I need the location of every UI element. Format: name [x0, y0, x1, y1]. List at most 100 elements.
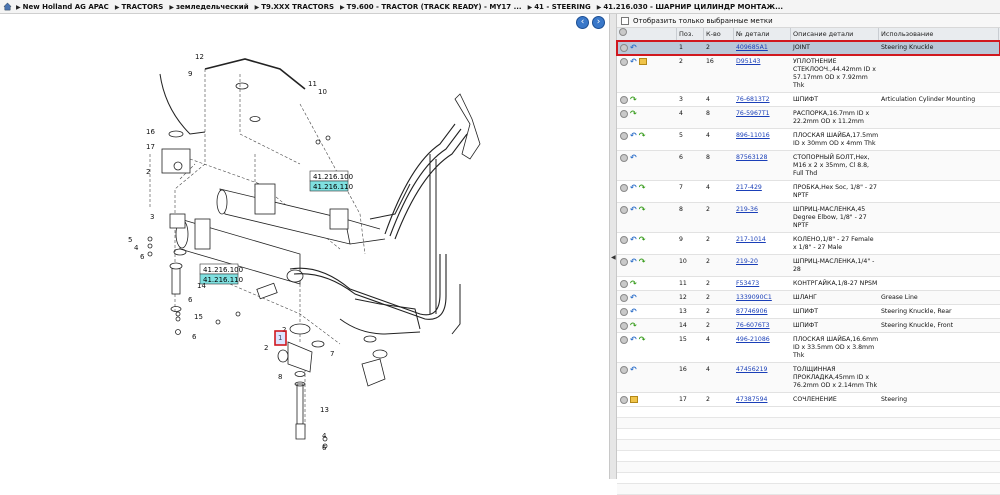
- replacement-arrow-icon[interactable]: ↶: [630, 132, 637, 140]
- table-row[interactable]: ↷ 11 2 F53473 КОНТРГАЙКА,1/8-27 NPSM: [617, 277, 1000, 291]
- part-number-link[interactable]: 219-20: [736, 258, 758, 265]
- forward-arrow-icon[interactable]: ↷: [639, 258, 646, 266]
- forward-arrow-icon[interactable]: ↷: [639, 336, 646, 344]
- replacement-arrow-icon[interactable]: ↶: [630, 58, 637, 66]
- row-part-number-cell[interactable]: 76-6813T2: [734, 93, 791, 106]
- table-row[interactable]: ↶ ↷ 7 4 217-429 ПРОБКА,Hex Soc, 1/8" - 27 NPT…: [617, 181, 1000, 203]
- part-number-link[interactable]: F53473: [736, 280, 759, 287]
- kit-box-icon[interactable]: [638, 58, 647, 65]
- add-to-cart-icon[interactable]: [620, 58, 628, 66]
- row-part-number-cell[interactable]: 47456219: [734, 363, 791, 376]
- replacement-arrow-icon[interactable]: ↶: [630, 206, 637, 214]
- part-number-link[interactable]: D95143: [736, 58, 760, 65]
- row-part-number-cell[interactable]: 219-20: [734, 255, 791, 268]
- row-part-number-cell[interactable]: 76-5967T1: [734, 107, 791, 120]
- add-to-cart-icon[interactable]: [620, 96, 628, 104]
- row-part-number-cell[interactable]: 496-21086: [734, 333, 791, 346]
- replacement-arrow-icon[interactable]: ↶: [630, 154, 637, 162]
- part-number-link[interactable]: 219-36: [736, 206, 758, 213]
- add-to-cart-icon[interactable]: [620, 336, 628, 344]
- row-part-number-cell[interactable]: 219-36: [734, 203, 791, 216]
- part-number-link[interactable]: 47456219: [736, 366, 768, 373]
- home-icon[interactable]: [3, 2, 12, 11]
- add-to-cart-icon[interactable]: [620, 308, 628, 316]
- breadcrumb-item[interactable]: ▶ 41 - STEERING: [528, 3, 591, 11]
- replacement-arrow-icon[interactable]: ↶: [630, 336, 637, 344]
- selected-only-checkbox[interactable]: [621, 16, 629, 25]
- table-row[interactable]: ↶ ↷ 5 4 896-11016 ПЛОСКАЯ ШАЙБА,17.5mm ID x 3…: [617, 129, 1000, 151]
- row-part-number-cell[interactable]: 76-6076T3: [734, 319, 791, 332]
- table-row[interactable]: ↶ ↷ 15 4 496-21086 ПЛОСКАЯ ШАЙБА,16.6mm ID x …: [617, 333, 1000, 363]
- part-number-link[interactable]: 896-11016: [736, 132, 770, 139]
- table-row[interactable]: ↷ 4 8 76-5967T1 РАСПОРКА,16.7mm ID x 22.2mm …: [617, 107, 1000, 129]
- part-number-link[interactable]: 87563128: [736, 154, 768, 161]
- add-to-cart-icon[interactable]: [620, 236, 628, 244]
- row-part-number-cell[interactable]: 896-11016: [734, 129, 791, 142]
- part-number-link[interactable]: 409685A1: [736, 44, 768, 51]
- table-row[interactable]: ↶ ↷ 10 2 219-20 ШПРИЦ-МАСЛЕНКА,1/4" - 28: [617, 255, 1000, 277]
- table-row[interactable]: 17 2 47387594 СОЧЛЕНЕНИЕ Steering: [617, 393, 1000, 407]
- header-qty[interactable]: К-во: [704, 27, 734, 41]
- table-row[interactable]: ↶ ↷ 8 2 219-36 ШПРИЦ-МАСЛЕНКА,45 Degree Elbow…: [617, 203, 1000, 233]
- part-number-link[interactable]: 76-6813T2: [736, 96, 770, 103]
- replacement-arrow-icon[interactable]: ↶: [630, 44, 637, 52]
- part-number-link[interactable]: 1339090C1: [736, 294, 772, 301]
- forward-arrow-icon[interactable]: ↷: [630, 322, 637, 330]
- cart-icon[interactable]: [619, 27, 627, 36]
- header-pos[interactable]: Поз.: [677, 27, 704, 41]
- row-part-number-cell[interactable]: 409685A1: [734, 41, 791, 54]
- replacement-arrow-icon[interactable]: ↶: [630, 294, 637, 302]
- part-number-link[interactable]: 76-5967T1: [736, 110, 770, 117]
- breadcrumb-item[interactable]: ▶ TRACTORS: [115, 3, 164, 11]
- row-part-number-cell[interactable]: 1339090C1: [734, 291, 791, 304]
- part-number-link[interactable]: 76-6076T3: [736, 322, 770, 329]
- breadcrumb-item[interactable]: ▶ земледельческий: [169, 3, 248, 11]
- row-part-number-cell[interactable]: 47387594: [734, 393, 791, 406]
- table-row[interactable]: ↶ ↷ 9 2 217-1014 КОЛЕНО,1/8" - 27 Female x 1/…: [617, 233, 1000, 255]
- table-row[interactable]: ↶ 16 4 47456219 ТОЛЩИННАЯ ПРОКЛАДКА,45mm ID …: [617, 363, 1000, 393]
- forward-arrow-icon[interactable]: ↷: [630, 280, 637, 288]
- breadcrumb-item[interactable]: ▶ New Holland AG APAC: [16, 3, 109, 11]
- forward-arrow-icon[interactable]: ↷: [639, 132, 646, 140]
- replacement-arrow-icon[interactable]: ↶: [630, 366, 637, 374]
- add-to-cart-icon[interactable]: [620, 110, 628, 118]
- breadcrumb-item[interactable]: ▶ T9.XXX TRACTORS: [255, 3, 334, 11]
- panel-splitter[interactable]: ◀: [609, 14, 617, 479]
- add-to-cart-icon[interactable]: [620, 44, 628, 52]
- collapse-arrow-icon[interactable]: ◀: [611, 254, 616, 261]
- forward-arrow-icon[interactable]: ↷: [639, 184, 646, 192]
- forward-arrow-icon[interactable]: ↷: [639, 206, 646, 214]
- row-part-number-cell[interactable]: 87563128: [734, 151, 791, 164]
- replacement-arrow-icon[interactable]: ↶: [630, 184, 637, 192]
- row-part-number-cell[interactable]: 217-429: [734, 181, 791, 194]
- add-to-cart-icon[interactable]: [620, 184, 628, 192]
- breadcrumb-item[interactable]: ▶ T9.600 - TRACTOR (TRACK READY) - MY17 .…: [340, 3, 522, 11]
- breadcrumb-item[interactable]: ▶ 41.216.030 - ШАРНИР ЦИЛИНДР МОНТАЖ...: [597, 3, 783, 11]
- table-row[interactable]: ↶ 2 16 D95143 УПЛОТНЕНИЕ СТЕКЛООЧ.,44.42mm I…: [617, 55, 1000, 93]
- header-part-number[interactable]: № детали: [734, 27, 791, 41]
- row-part-number-cell[interactable]: D95143: [734, 55, 791, 68]
- table-row[interactable]: ↶ 12 2 1339090C1 ШЛАНГ Grease Line: [617, 291, 1000, 305]
- forward-arrow-icon[interactable]: ↷: [630, 96, 637, 104]
- table-row[interactable]: ↶ 1 2 409685A1 JOINT Steering Knuckle: [616, 40, 1000, 56]
- table-row[interactable]: ↶ 6 8 87563128 СТОПОРНЫЙ БОЛТ,Hex, M16 x 2 x…: [617, 151, 1000, 181]
- part-number-link[interactable]: 47387594: [736, 396, 768, 403]
- forward-arrow-icon[interactable]: ↷: [630, 110, 637, 118]
- replacement-arrow-icon[interactable]: ↶: [630, 308, 637, 316]
- add-to-cart-icon[interactable]: [620, 258, 628, 266]
- forward-arrow-icon[interactable]: ↷: [639, 236, 646, 244]
- table-row[interactable]: ↷ 3 4 76-6813T2 ШПИФТ Articulation Cylinder M…: [617, 93, 1000, 107]
- add-to-cart-icon[interactable]: [620, 132, 628, 140]
- kit-box-icon[interactable]: [630, 396, 638, 403]
- row-part-number-cell[interactable]: 217-1014: [734, 233, 791, 246]
- row-part-number-cell[interactable]: 87746906: [734, 305, 791, 318]
- add-to-cart-icon[interactable]: [620, 322, 628, 330]
- part-number-link[interactable]: 496-21086: [736, 336, 770, 343]
- replacement-arrow-icon[interactable]: ↶: [630, 236, 637, 244]
- header-usage[interactable]: Использование: [879, 27, 999, 41]
- add-to-cart-icon[interactable]: [620, 206, 628, 214]
- row-part-number-cell[interactable]: F53473: [734, 277, 791, 290]
- exploded-parts-diagram[interactable]: 41.216.100 41.216.110 41.216.100 41.216.…: [0, 14, 608, 479]
- add-to-cart-icon[interactable]: [620, 396, 628, 404]
- part-number-link[interactable]: 217-1014: [736, 236, 766, 243]
